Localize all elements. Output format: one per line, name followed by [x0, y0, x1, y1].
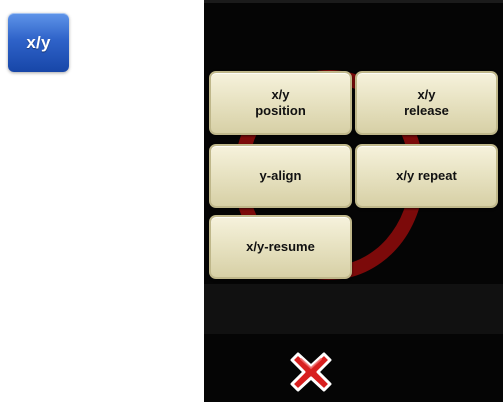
screen: x/y x/y position x/y release y-align x/y…: [0, 0, 503, 402]
y-align-button[interactable]: y-align: [209, 144, 352, 208]
panel-bottom-band: [204, 284, 503, 334]
xy-resume-button[interactable]: x/y-resume: [209, 215, 352, 279]
xy-resume-label: x/y-resume: [246, 239, 315, 254]
xy-launcher-label: x/y: [26, 32, 51, 52]
y-align-label: y-align: [259, 168, 302, 183]
close-icon: [290, 352, 332, 392]
xy-position-button[interactable]: x/y position: [209, 71, 352, 135]
xy-repeat-label: x/y repeat: [396, 168, 457, 183]
close-button[interactable]: [286, 349, 336, 395]
xy-position-label: x/y position: [255, 87, 306, 118]
xy-repeat-button[interactable]: x/y repeat: [355, 144, 498, 208]
xy-release-button[interactable]: x/y release: [355, 71, 498, 135]
panel-top-edge: [204, 0, 503, 3]
xy-launcher-button[interactable]: x/y: [8, 13, 69, 72]
xy-release-label: x/y release: [404, 87, 449, 118]
